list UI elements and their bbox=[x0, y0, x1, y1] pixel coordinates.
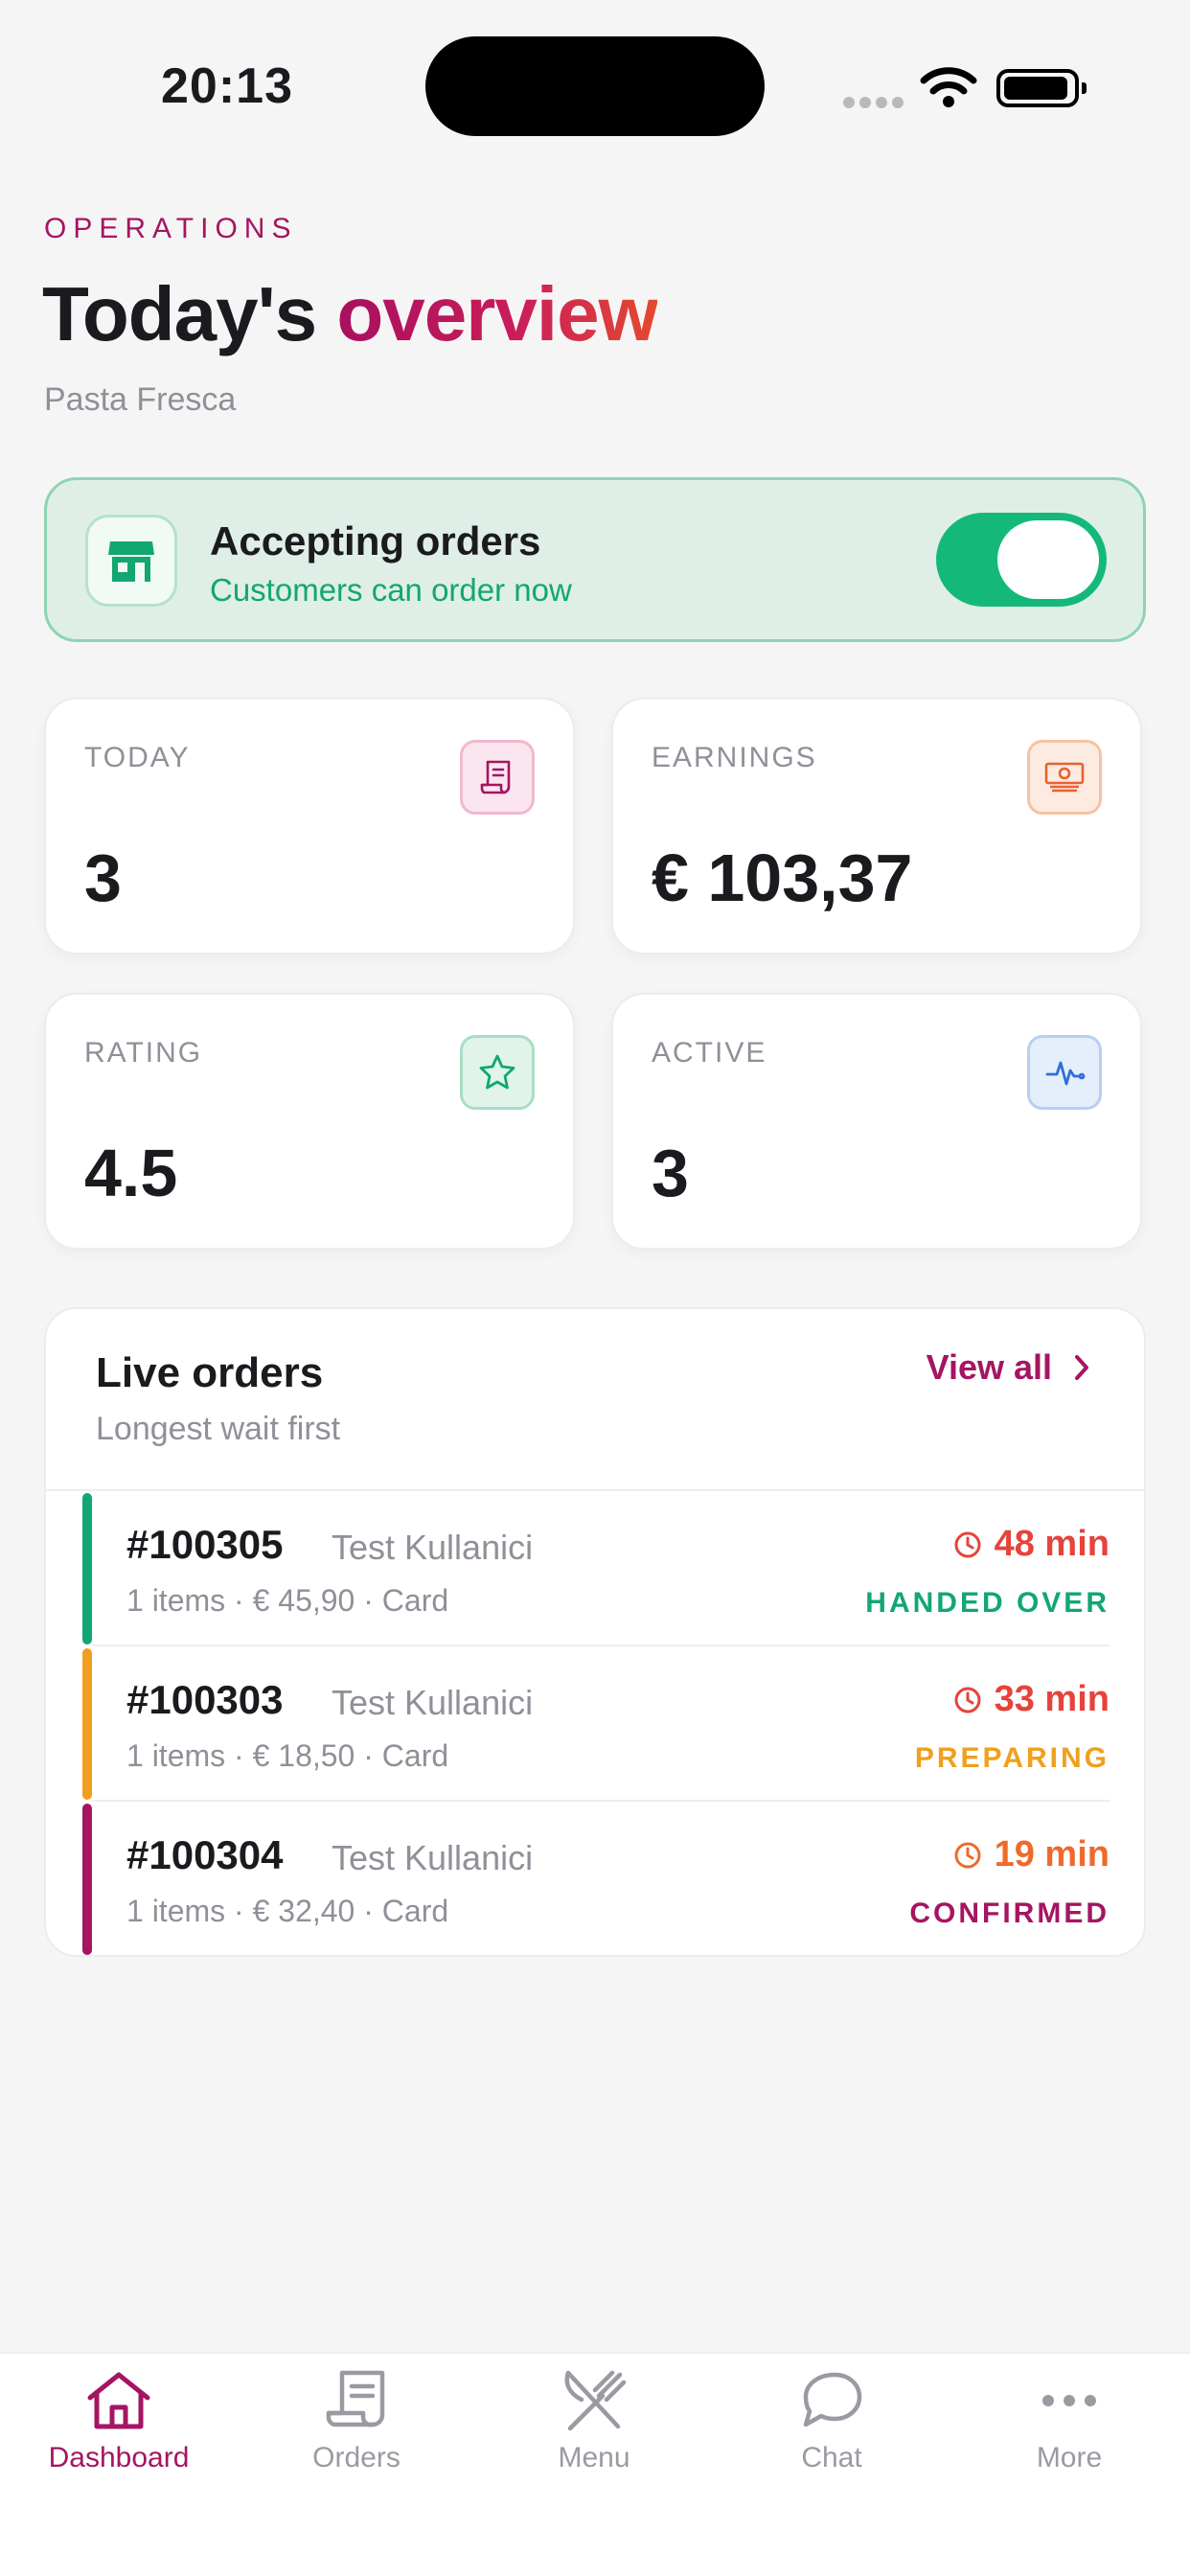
order-wait: 33 min bbox=[952, 1679, 1110, 1720]
page-title-accent: overview bbox=[336, 271, 657, 356]
chat-bubble-icon bbox=[803, 2372, 862, 2427]
order-meta: 1 items · € 45,90 · Card bbox=[126, 1583, 449, 1618]
tab-orders[interactable]: Orders bbox=[238, 2369, 475, 2494]
receipt-icon bbox=[326, 2370, 385, 2427]
clock-icon bbox=[954, 1842, 981, 1868]
dynamic-island bbox=[425, 36, 765, 136]
order-status-bar bbox=[82, 1648, 92, 1800]
chevron-right-icon bbox=[1075, 1355, 1088, 1380]
accepting-orders-toggle[interactable] bbox=[936, 513, 1107, 607]
order-status: PREPARING bbox=[914, 1742, 1110, 1774]
tab-more[interactable]: More bbox=[950, 2369, 1188, 2494]
pulse-icon bbox=[1027, 1035, 1102, 1110]
tab-label: Orders bbox=[312, 2442, 400, 2473]
stat-label: ACTIVE bbox=[652, 1037, 767, 1069]
stat-card-earnings[interactable]: EARNINGS € 103,37 bbox=[611, 698, 1142, 954]
stat-value: 3 bbox=[84, 840, 122, 915]
order-status-bar bbox=[82, 1493, 92, 1644]
accepting-orders-subtitle: Customers can order now bbox=[210, 572, 572, 608]
toggle-knob bbox=[997, 520, 1099, 599]
status-bar: 20:13 bbox=[0, 0, 1190, 172]
tab-menu[interactable]: Menu bbox=[475, 2369, 713, 2494]
store-icon bbox=[85, 515, 177, 607]
cellular-signal-icon bbox=[843, 96, 908, 113]
order-wait-time: 19 min bbox=[994, 1834, 1110, 1874]
stat-value: € 103,37 bbox=[652, 840, 913, 915]
cash-icon bbox=[1027, 740, 1102, 815]
clock-icon bbox=[954, 1687, 981, 1713]
stat-value: 3 bbox=[652, 1136, 689, 1210]
fork-knife-icon bbox=[564, 2370, 627, 2431]
order-meta: 1 items · € 32,40 · Card bbox=[126, 1894, 449, 1928]
status-time: 20:13 bbox=[161, 58, 293, 114]
order-meta: 1 items · € 18,50 · Card bbox=[126, 1738, 449, 1773]
page-title-plain: Today's bbox=[42, 271, 337, 356]
order-status: HANDED OVER bbox=[865, 1587, 1110, 1619]
order-wait-time: 48 min bbox=[994, 1524, 1110, 1564]
order-row[interactable]: #100304 Test Kullanici 1 items · € 32,40… bbox=[82, 1802, 1110, 1955]
star-icon bbox=[460, 1035, 535, 1110]
order-id: #100304 bbox=[126, 1832, 284, 1877]
order-customer: Test Kullanici bbox=[332, 1528, 534, 1567]
stat-card-rating[interactable]: RATING 4.5 bbox=[44, 993, 575, 1250]
wifi-icon bbox=[920, 67, 977, 107]
order-wait: 19 min bbox=[952, 1834, 1110, 1875]
view-all-label: View all bbox=[926, 1347, 1052, 1387]
accepting-orders-title: Accepting orders bbox=[210, 518, 541, 564]
stat-label: EARNINGS bbox=[652, 742, 817, 773]
order-wait-time: 33 min bbox=[994, 1679, 1110, 1719]
order-id: #100303 bbox=[126, 1677, 284, 1722]
live-orders-card: Live orders Longest wait first View all … bbox=[44, 1307, 1146, 1957]
stat-label: TODAY bbox=[84, 742, 191, 773]
order-row[interactable]: #100305 Test Kullanici 1 items · € 45,90… bbox=[82, 1491, 1110, 1646]
accepting-orders-card: Accepting orders Customers can order now bbox=[44, 477, 1146, 642]
section-eyebrow: OPERATIONS bbox=[44, 213, 298, 244]
order-id: #100305 bbox=[126, 1522, 284, 1567]
page-title: Today's overview bbox=[42, 270, 658, 358]
order-customer: Test Kullanici bbox=[332, 1838, 534, 1877]
tab-dashboard[interactable]: Dashboard bbox=[0, 2369, 238, 2494]
tab-label: Dashboard bbox=[48, 2442, 190, 2473]
tab-label: More bbox=[1036, 2442, 1103, 2473]
more-dots-icon bbox=[1042, 2395, 1096, 2406]
tab-chat[interactable]: Chat bbox=[713, 2369, 950, 2494]
view-all-link[interactable]: View all bbox=[927, 1347, 1090, 1388]
battery-icon bbox=[996, 69, 1087, 107]
live-orders-title: Live orders bbox=[96, 1349, 324, 1396]
clock-icon bbox=[954, 1531, 981, 1557]
live-orders-subtitle: Longest wait first bbox=[96, 1411, 341, 1447]
stat-card-active[interactable]: ACTIVE 3 bbox=[611, 993, 1142, 1250]
order-customer: Test Kullanici bbox=[332, 1683, 534, 1722]
tab-bar: Dashboard Orders Menu Chat More bbox=[0, 2352, 1190, 2576]
order-wait: 48 min bbox=[952, 1524, 1110, 1565]
order-status-bar bbox=[82, 1804, 92, 1955]
restaurant-name: Pasta Fresca bbox=[44, 381, 237, 418]
order-status: CONFIRMED bbox=[909, 1898, 1110, 1929]
tab-label: Chat bbox=[801, 2442, 862, 2473]
receipt-icon bbox=[460, 740, 535, 815]
home-icon bbox=[87, 2372, 150, 2429]
stat-value: 4.5 bbox=[84, 1136, 178, 1210]
stat-card-today[interactable]: TODAY 3 bbox=[44, 698, 575, 954]
stat-label: RATING bbox=[84, 1037, 203, 1069]
tab-label: Menu bbox=[558, 2442, 630, 2473]
order-row[interactable]: #100303 Test Kullanici 1 items · € 18,50… bbox=[82, 1646, 1110, 1802]
